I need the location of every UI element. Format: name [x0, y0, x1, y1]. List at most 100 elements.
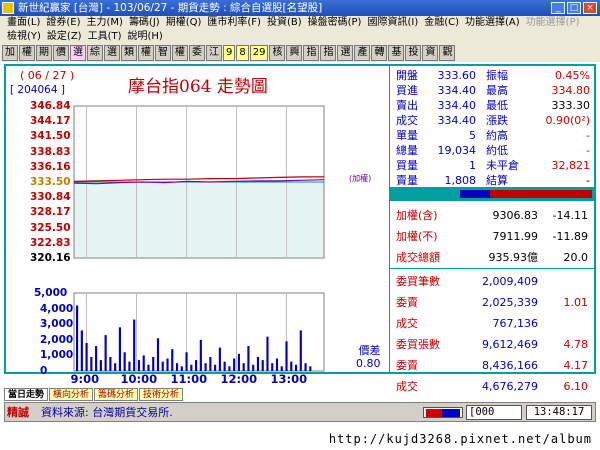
quote-label: 最高: [486, 84, 508, 97]
menu-item[interactable]: 國際資訊(I): [364, 16, 421, 30]
menu-item[interactable]: 設定(Z): [44, 30, 85, 44]
volume-bar: [309, 366, 312, 371]
menu-item[interactable]: 說明(H): [125, 30, 166, 44]
volume-bar: [114, 363, 117, 371]
volume-tick-label: 1,000: [40, 349, 74, 362]
volume-bar: [233, 358, 236, 371]
menu-item[interactable]: 金融(C): [421, 16, 462, 30]
menu-item[interactable]: 工具(T): [85, 30, 125, 44]
menu-item[interactable]: 匯市利率(F): [204, 16, 264, 30]
index-change: -11.89: [552, 230, 588, 243]
order-ratio: [538, 313, 588, 334]
tab-3[interactable]: 籌碼分析: [94, 388, 139, 401]
toolbar-button[interactable]: 興: [286, 45, 303, 61]
volume-bar: [133, 319, 136, 371]
toolbar-button[interactable]: 指: [303, 45, 320, 61]
menu-item[interactable]: 畫面(L): [4, 16, 43, 30]
quote-label: 賣出: [396, 99, 418, 112]
toolbar-button[interactable]: 類: [121, 45, 137, 61]
volume-bar: [118, 327, 121, 371]
toolbar-button[interactable]: 選: [337, 45, 354, 61]
toolbar-button[interactable]: 29: [249, 45, 269, 61]
toolbar-button[interactable]: 智: [155, 45, 171, 61]
order-ratio: 1.01: [563, 296, 589, 309]
toolbar-button[interactable]: 基: [388, 45, 405, 61]
tab-2[interactable]: 橫向分析: [49, 388, 94, 401]
order-row: 委買筆數 2,009,409: [396, 271, 592, 292]
toolbar-button[interactable]: 9: [223, 45, 236, 61]
clock: 13:48:17: [526, 405, 592, 420]
tab-4[interactable]: 技術分析: [139, 388, 184, 401]
toolbar-button[interactable]: 8: [236, 45, 249, 61]
toolbar-button[interactable]: 權: [138, 45, 154, 61]
toolbar-button[interactable]: 產: [354, 45, 371, 61]
index-label: 加權(含): [396, 209, 438, 222]
quote-label: 漲跌: [486, 114, 508, 127]
data-source: 資料來源: 台灣期貨交易所.: [41, 406, 173, 419]
index-row: 加權(含) 9306.83 -14.11: [396, 205, 592, 226]
menu-item[interactable]: 功能選擇(P): [523, 16, 583, 30]
menu-item[interactable]: 證券(E): [43, 16, 83, 30]
main-panel: ( 06 / 27 ) [ 204064 ] 摩台指064 走勢圖 346.84…: [4, 64, 596, 393]
quote-value: 334.80: [551, 84, 591, 97]
order-table: 委買筆數 2,009,409 委賣 2,025,339 1.01 成交 767,136 委買張…: [396, 271, 592, 397]
volume-bar: [137, 360, 141, 371]
quote-value: 334.40: [437, 114, 477, 127]
close-button[interactable]: ×: [583, 2, 597, 14]
menu-bar: 畫面(L) 證券(E) 主力(M) 籌碼(J) 期權(Q) 匯市利率(F) 投資(B) 操盤密…: [0, 16, 600, 44]
volume-bar: [190, 364, 193, 371]
spread-readout: 價差 0.80: [356, 344, 381, 370]
volume-bar: [218, 347, 221, 371]
quote-label: 約低: [486, 144, 508, 157]
index-label: 成交總額: [396, 251, 440, 264]
volume-bar: [175, 363, 179, 371]
toolbar-button[interactable]: 權: [172, 45, 188, 61]
toolbar-button[interactable]: 選: [70, 45, 86, 61]
order-row: 委買張數 9,612,469 4.78: [396, 334, 592, 355]
volume-bar: [156, 338, 160, 371]
order-value: 2,009,409: [482, 275, 538, 288]
quote-label: 最低: [486, 99, 508, 112]
order-value: 2,025,339: [482, 296, 538, 309]
menu-item[interactable]: 操盤密碼(P): [305, 16, 365, 30]
toolbar-button[interactable]: 核: [269, 45, 286, 61]
volume-bar: [228, 366, 231, 371]
quote-row: 成交 334.40 漲跌 0.90(0²): [396, 113, 590, 128]
toolbar-button[interactable]: 投: [405, 45, 422, 61]
toolbar-button[interactable]: 權: [19, 45, 35, 61]
toolbar-button[interactable]: 加: [2, 45, 18, 61]
toolbar-button[interactable]: 選: [104, 45, 120, 61]
toolbar-button[interactable]: 期: [36, 45, 52, 61]
order-value: 767,136: [492, 317, 539, 330]
quote-value: 333.60: [437, 69, 477, 82]
menu-item[interactable]: 期權(Q): [163, 16, 205, 30]
maximize-button[interactable]: □: [567, 2, 581, 14]
toolbar-button[interactable]: 綜: [87, 45, 103, 61]
toolbar-button[interactable]: 委: [189, 45, 205, 61]
toolbar-button[interactable]: 指: [320, 45, 337, 61]
toolbar-button[interactable]: 資: [422, 45, 439, 61]
title-bar: 新世紀贏家 [台灣] - 103/06/27 - 期貨走勢 : 綜合自選股[名望…: [0, 0, 600, 16]
menu-item[interactable]: 籌碼(J): [126, 16, 163, 30]
volume-bar: [275, 358, 279, 371]
signal-lights: [423, 407, 463, 418]
menu-item[interactable]: 功能選擇(A): [462, 16, 523, 30]
quote-label: 結算: [486, 174, 508, 187]
toolbar-button[interactable]: 價: [53, 45, 69, 61]
order-row: 委賣 8,436,166 4.17: [396, 355, 592, 376]
quote-value: -: [586, 129, 590, 142]
menu-item[interactable]: 投資(B): [264, 16, 305, 30]
price-tick-label: 322.83: [30, 236, 71, 249]
order-ratio: 4.17: [563, 359, 589, 372]
index-value: 935.93億: [488, 251, 539, 264]
tab-1[interactable]: 當日走勢: [4, 388, 49, 401]
order-label: 委賣: [396, 359, 418, 372]
menu-item[interactable]: 檢視(Y): [4, 30, 44, 44]
volume-bar: [95, 346, 98, 371]
toolbar-button[interactable]: 江: [206, 45, 222, 61]
minimize-button[interactable]: _: [551, 2, 565, 14]
menu-item[interactable]: 主力(M): [84, 16, 126, 30]
quote-value: 334.40: [437, 99, 477, 112]
toolbar-button[interactable]: 觀: [439, 45, 456, 61]
toolbar-button[interactable]: 轉: [371, 45, 388, 61]
